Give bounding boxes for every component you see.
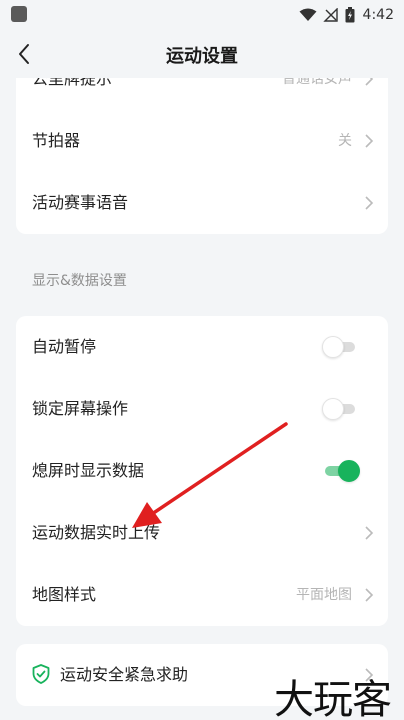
settings-row-screen-off-data[interactable]: 熄屏时显示数据 [16, 440, 388, 502]
row-value: 关 [338, 133, 352, 149]
row-value: 普通话女声 [282, 78, 352, 87]
watermark-logo: 大玩客 [274, 677, 392, 720]
screen-off-data-toggle[interactable] [322, 460, 360, 482]
battery-charging-icon [345, 7, 355, 23]
settings-row-metronome[interactable]: 节拍器 关 [16, 110, 388, 172]
navigation-bar: 运动设置 [0, 30, 404, 78]
auto-pause-toggle[interactable] [322, 336, 360, 358]
chevron-right-icon [365, 588, 374, 602]
app-notification-icon [11, 6, 27, 22]
status-time: 4:42 [362, 7, 394, 23]
row-label: 节拍器 [32, 131, 81, 150]
row-label: 运动安全紧急求助 [60, 665, 189, 684]
wifi-icon [299, 8, 317, 21]
settings-row-realtime-upload[interactable]: 运动数据实时上传 [16, 502, 388, 564]
row-label: 运动数据实时上传 [32, 523, 161, 542]
row-label: 熄屏时显示数据 [32, 461, 145, 480]
chevron-right-icon [365, 526, 374, 540]
settings-row-event-voice[interactable]: 活动赛事语音 [16, 172, 388, 234]
row-label: 自动暂停 [32, 337, 97, 356]
display-data-card: 自动暂停 锁定屏幕操作 熄屏时显示数据 运动数据实时上传 地图样式 平面地图 [16, 316, 388, 626]
settings-row-auto-pause[interactable]: 自动暂停 [16, 316, 388, 378]
row-label: 活动赛事语音 [32, 193, 129, 212]
voice-settings-card: 公里牌提示 普通话女声 节拍器 关 活动赛事语音 [16, 78, 388, 234]
shield-check-icon [32, 664, 50, 684]
settings-row-lock-screen[interactable]: 锁定屏幕操作 [16, 378, 388, 440]
row-label: 地图样式 [32, 585, 97, 604]
settings-scroll-area[interactable]: 公里牌提示 普通话女声 节拍器 关 活动赛事语音 显示&数据设置 自动暂停 锁定… [0, 78, 404, 720]
chevron-right-icon [365, 134, 374, 148]
settings-row-map-style[interactable]: 地图样式 平面地图 [16, 564, 388, 626]
section-title-display-data: 显示&数据设置 [32, 273, 127, 289]
status-bar: 4:42 [0, 0, 404, 30]
row-label: 公里牌提示 [32, 78, 113, 88]
no-signal-icon [322, 8, 338, 22]
row-label: 锁定屏幕操作 [32, 399, 129, 418]
lock-screen-toggle[interactable] [322, 398, 360, 420]
settings-row-km-prompt[interactable]: 公里牌提示 普通话女声 [16, 78, 388, 110]
status-indicators: 4:42 [299, 4, 394, 26]
chevron-right-icon [365, 196, 374, 210]
chevron-right-icon [365, 78, 374, 86]
page-title: 运动设置 [166, 46, 238, 67]
row-value: 平面地图 [296, 587, 352, 603]
